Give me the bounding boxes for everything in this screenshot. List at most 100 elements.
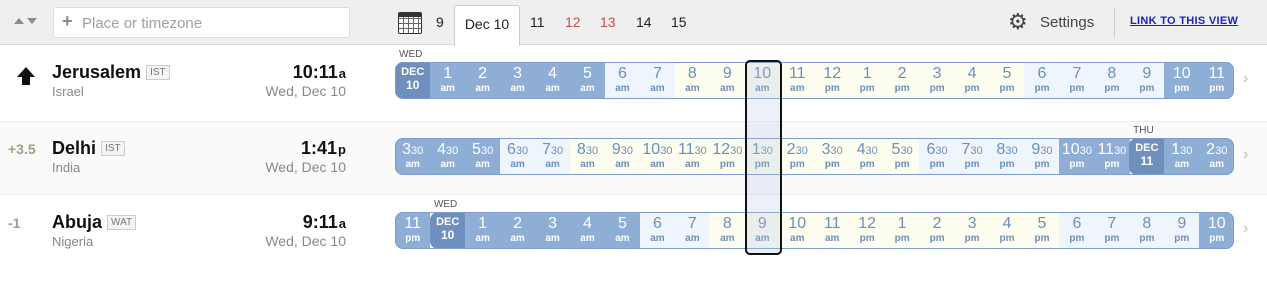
chevron-right-icon[interactable]: › [1243,70,1248,88]
hour-suffix: pm [1104,233,1120,244]
hour-cell[interactable]: 8 pm [1094,62,1130,99]
hour-cell[interactable]: 11 pm [1199,62,1235,99]
hour-cell[interactable]: 630 am [499,138,536,175]
hour-cell[interactable]: 230 am [1199,138,1235,175]
day-start-cell[interactable]: DEC 10 [395,62,431,99]
city-name[interactable]: Abuja WAT [52,212,137,233]
hour-cell[interactable]: 10 am [779,212,815,249]
hour-cell[interactable]: 930 pm [1024,138,1060,175]
hour-cell[interactable]: 2 pm [919,212,955,249]
hour-cell[interactable]: 1130 am [674,138,711,175]
sort-toggle[interactable] [14,16,42,28]
hour-cell[interactable]: 6 am [639,212,676,249]
hour-cell[interactable]: 5 pm [1024,212,1060,249]
hour-cell[interactable]: 3 pm [919,62,955,99]
date-tab[interactable]: 13 [600,14,616,30]
hour-cell[interactable]: 1 pm [884,212,920,249]
hour-cell[interactable]: 11 pm [395,212,431,249]
settings-label[interactable]: Settings [1040,14,1094,31]
sort-down-icon[interactable] [27,18,37,24]
date-tab[interactable]: 9 [436,14,444,30]
hour-cell[interactable]: 3 am [499,62,536,99]
hour-suffix: pm [1104,159,1120,170]
chevron-right-icon[interactable]: › [1243,220,1248,238]
hour-cell[interactable]: 530 am [464,138,501,175]
hour-cell[interactable]: 830 pm [989,138,1025,175]
hour-cell[interactable]: 1 am [464,212,501,249]
date-tab[interactable]: 15 [671,14,687,30]
hour-cell[interactable]: 5 pm [989,62,1025,99]
hour-cell[interactable]: 10 am [744,62,781,99]
hour-cell[interactable]: 9 pm [1129,62,1165,99]
hour-cell[interactable]: 11 am [779,62,815,99]
hour-cell[interactable]: 6 pm [1059,212,1095,249]
sort-up-icon[interactable] [14,18,24,24]
hour-cell[interactable]: 3 pm [954,212,990,249]
date-tab[interactable]: 14 [636,14,652,30]
hour-cell[interactable]: 2 am [464,62,501,99]
hour-cell[interactable]: 6 pm [1024,62,1060,99]
day-start-cell[interactable]: DEC 11 [1129,138,1165,175]
hour-cell[interactable]: 4 am [569,212,606,249]
hour-number: 6 [1072,215,1082,232]
hour-cell[interactable]: 1230 pm [709,138,746,175]
city-name[interactable]: Delhi IST [52,138,125,159]
hour-cell[interactable]: 1030 am [639,138,676,175]
hour-cell[interactable]: 9 am [709,62,746,99]
hour-cell[interactable]: 730 am [534,138,571,175]
half-hour: 30 [1079,145,1092,157]
link-to-this-view[interactable]: LINK TO THIS VIEW [1130,15,1238,27]
search-box[interactable]: + [53,7,350,38]
tab-active-date[interactable]: Dec 10 [454,5,520,46]
hour-cell[interactable]: 7 pm [1059,62,1095,99]
hour-cell[interactable]: 830 am [569,138,606,175]
date-tab[interactable]: 11 [530,14,545,30]
hour-cell[interactable]: 7 am [674,212,711,249]
hour-cell[interactable]: 1 pm [849,62,885,99]
hour-cell[interactable]: 2 am [499,212,536,249]
calendar-icon[interactable] [398,12,422,34]
hour-cell[interactable]: 330 am [395,138,431,175]
hour-cell[interactable]: 10 pm [1164,62,1200,99]
gear-icon[interactable]: ⚙ [1008,11,1030,34]
half-hour: 30 [446,145,459,157]
hour-cell[interactable]: 4 pm [954,62,990,99]
hour-cell[interactable]: 12 pm [814,62,850,99]
hour-cell[interactable]: 1130 pm [1094,138,1130,175]
hour-cell[interactable]: 730 pm [954,138,990,175]
search-input[interactable] [82,13,342,33]
hour-cell[interactable]: 9 pm [1164,212,1200,249]
hour-cell[interactable]: 12 pm [849,212,885,249]
hour-cell[interactable]: 8 pm [1129,212,1165,249]
hour-cell[interactable]: 5 am [569,62,606,99]
hour-cell[interactable]: 7 am [639,62,676,99]
day-start-cell[interactable]: DEC 10 [429,212,466,249]
hour-cell[interactable]: 3 am [534,212,571,249]
date-tab[interactable]: 12 [565,14,581,30]
hour-cell[interactable]: 130 am [1164,138,1200,175]
hour-cell[interactable]: 130 pm [744,138,781,175]
hour-cell[interactable]: 7 pm [1094,212,1130,249]
hour-cell[interactable]: 1 am [429,62,466,99]
hour-cell[interactable]: 530 pm [884,138,920,175]
hour-cell[interactable]: 6 am [604,62,641,99]
hour-cell[interactable]: 2 pm [884,62,920,99]
hour-cell[interactable]: 8 am [674,62,711,99]
hour-cell[interactable]: 5 am [604,212,641,249]
city-name[interactable]: Jerusalem IST [52,62,170,83]
hour-cell[interactable]: 1030 pm [1059,138,1095,175]
hour-cell[interactable]: 330 pm [814,138,850,175]
hour-cell[interactable]: 8 am [709,212,746,249]
chevron-right-icon[interactable]: › [1243,146,1248,164]
hour-cell[interactable]: 9 am [744,212,781,249]
home-icon[interactable] [16,66,36,91]
hour-cell[interactable]: 930 am [604,138,641,175]
hour-cell[interactable]: 11 am [814,212,850,249]
hour-cell[interactable]: 630 pm [919,138,955,175]
hour-cell[interactable]: 230 pm [779,138,815,175]
hour-cell[interactable]: 4 am [534,62,571,99]
hour-cell[interactable]: 430 pm [849,138,885,175]
hour-cell[interactable]: 10 pm [1199,212,1235,249]
hour-cell[interactable]: 430 am [429,138,466,175]
hour-cell[interactable]: 4 pm [989,212,1025,249]
